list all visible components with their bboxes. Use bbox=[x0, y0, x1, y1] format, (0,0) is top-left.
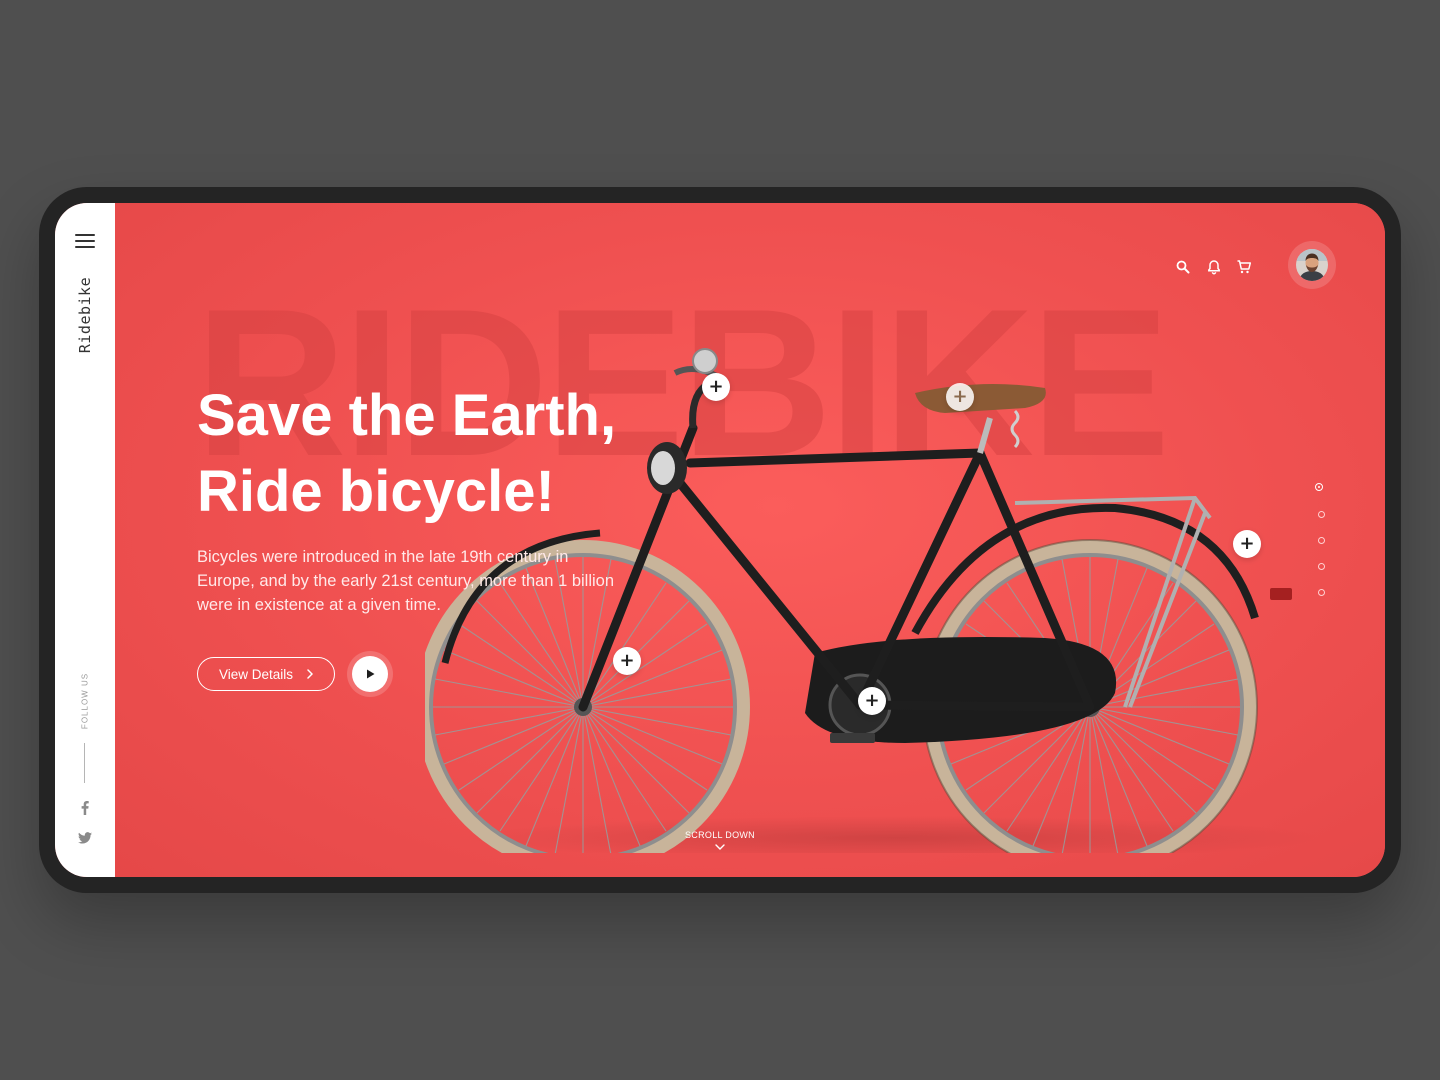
headline-line-2: Ride bicycle! bbox=[197, 459, 555, 524]
chevron-right-icon bbox=[307, 669, 314, 679]
headline-line-1: Save the Earth, bbox=[197, 383, 617, 448]
search-icon[interactable] bbox=[1174, 258, 1192, 276]
avatar-photo bbox=[1296, 249, 1328, 281]
play-video-button[interactable] bbox=[352, 656, 388, 692]
hero-description: Bicycles were introduced in the late 19t… bbox=[197, 548, 615, 614]
follow-us-label: FOLLOW US bbox=[80, 672, 90, 730]
facebook-icon[interactable] bbox=[75, 799, 95, 817]
hero-section: RIDEBIKE Save the Earth, Ride bicycle! B… bbox=[115, 203, 1385, 877]
slide-dot-1[interactable] bbox=[1315, 483, 1323, 491]
cart-icon[interactable] bbox=[1235, 258, 1253, 276]
sidebar: Ridebike FOLLOW US bbox=[55, 203, 115, 877]
follow-divider bbox=[84, 743, 85, 783]
slide-dot-4[interactable] bbox=[1318, 563, 1325, 570]
chevron-down-icon bbox=[715, 844, 725, 850]
hero-headline: Save the Earth, Ride bicycle! bbox=[197, 378, 616, 530]
scroll-down-button[interactable]: SCROLL DOWN bbox=[675, 830, 765, 853]
brand-name[interactable]: Ridebike bbox=[76, 277, 94, 353]
user-avatar[interactable] bbox=[1288, 241, 1336, 289]
device-frame: Ridebike FOLLOW US RIDEBIKE Save the Ear… bbox=[39, 187, 1401, 893]
view-details-button[interactable]: View Details bbox=[197, 657, 335, 691]
hotspot-chainring[interactable]: + bbox=[858, 687, 886, 715]
hotspot-rear-light[interactable]: + bbox=[1233, 530, 1261, 558]
slide-dot-5[interactable] bbox=[1318, 589, 1325, 596]
hotspot-handlebar[interactable]: + bbox=[702, 373, 730, 401]
scroll-down-label: SCROLL DOWN bbox=[685, 830, 755, 840]
slide-dot-2[interactable] bbox=[1318, 511, 1325, 518]
play-icon bbox=[366, 669, 374, 679]
app-screen: Ridebike FOLLOW US RIDEBIKE Save the Ear… bbox=[55, 203, 1385, 877]
bell-icon[interactable] bbox=[1205, 258, 1223, 276]
hamburger-menu-icon[interactable] bbox=[75, 234, 95, 250]
hotspot-front-hub[interactable]: + bbox=[613, 647, 641, 675]
slide-dot-3[interactable] bbox=[1318, 537, 1325, 544]
hotspot-saddle[interactable]: + bbox=[946, 383, 974, 411]
view-details-label: View Details bbox=[218, 666, 294, 682]
twitter-icon[interactable] bbox=[75, 829, 95, 847]
